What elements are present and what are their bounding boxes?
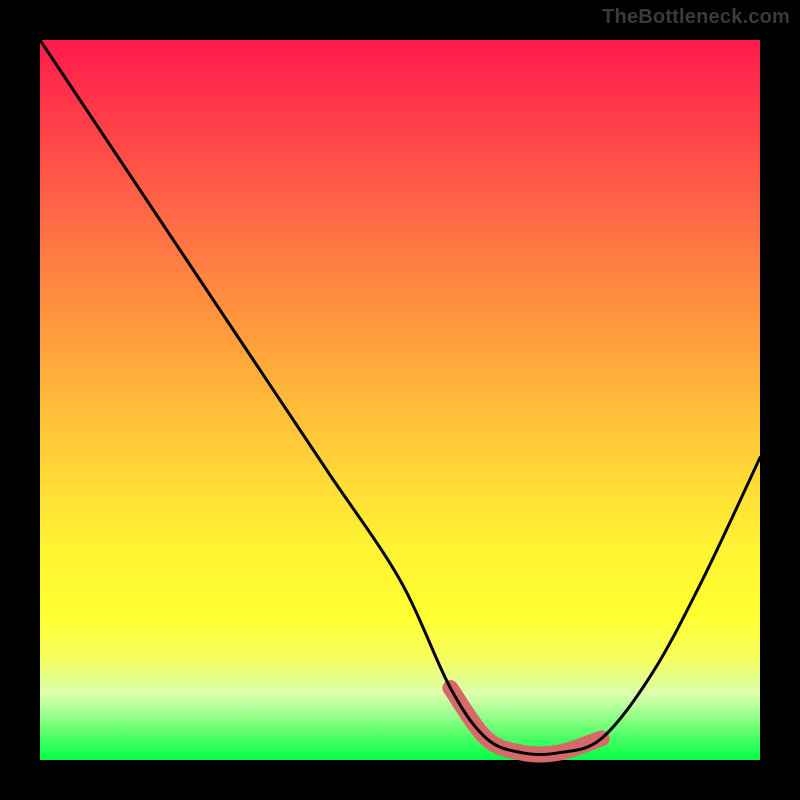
plot-area (40, 40, 760, 760)
main-curve-path (40, 40, 760, 755)
chart-svg (40, 40, 760, 760)
attribution-label: TheBottleneck.com (602, 6, 790, 29)
chart-frame: TheBottleneck.com (0, 0, 800, 800)
